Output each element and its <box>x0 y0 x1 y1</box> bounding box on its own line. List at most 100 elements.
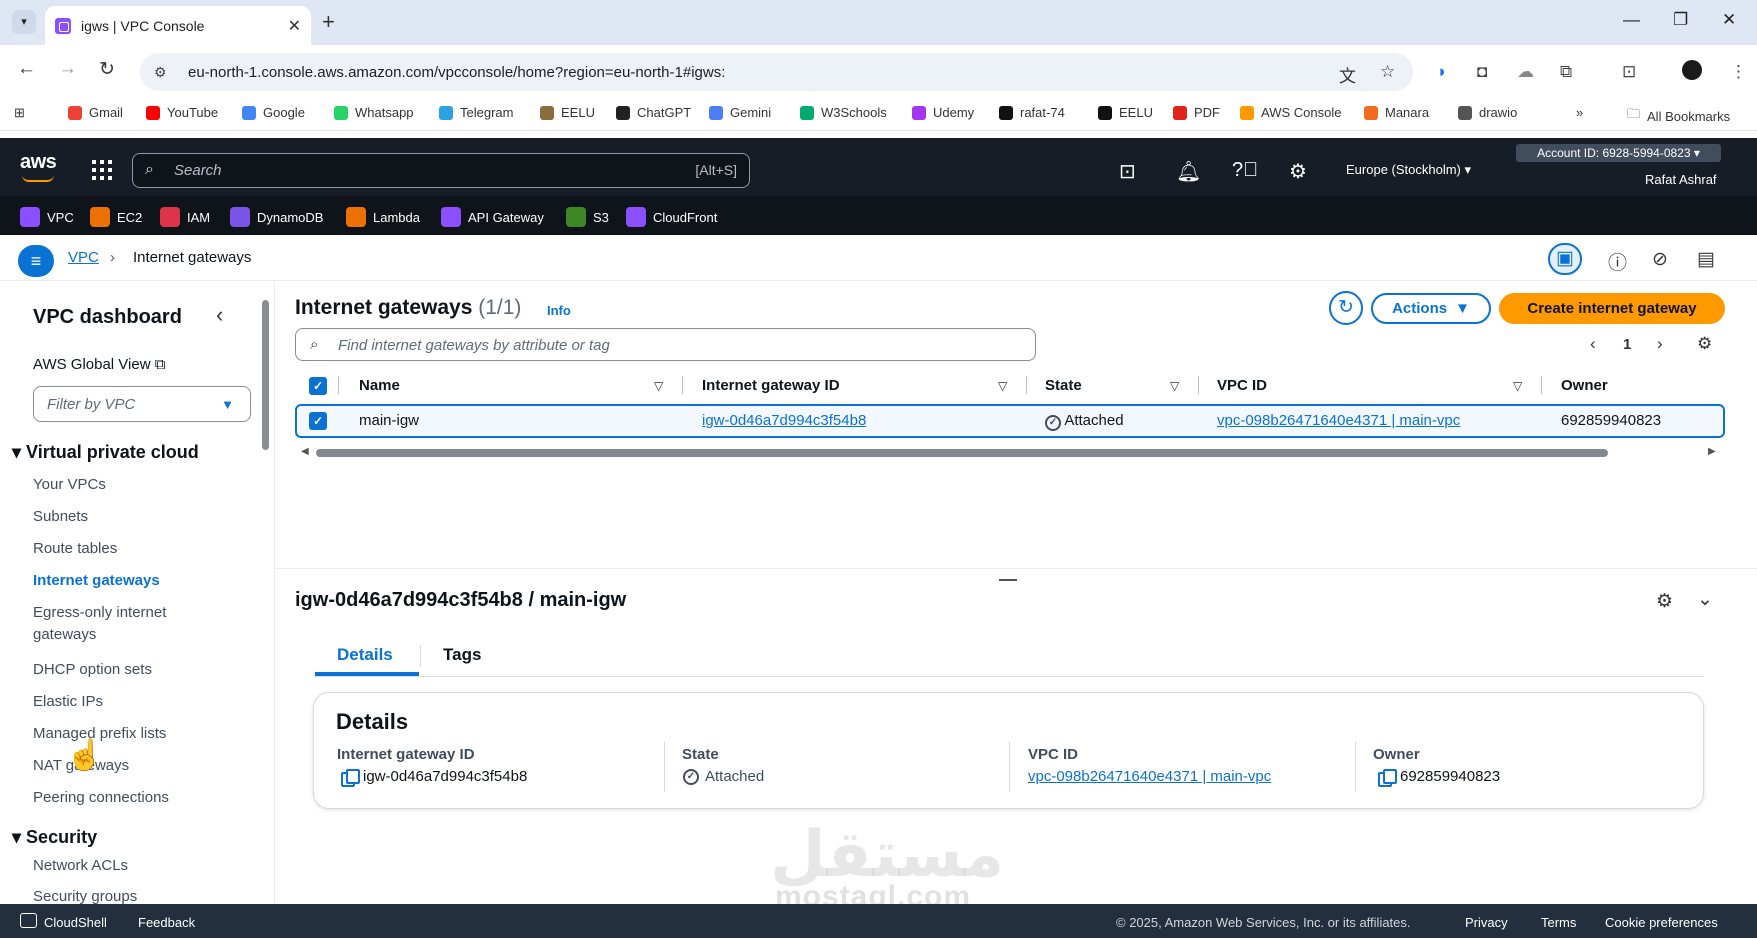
panel-toggle-icon[interactable]: ▣ <box>1548 243 1582 275</box>
compass-icon[interactable]: ⊘ <box>1652 248 1668 271</box>
sidebar-item-subnets[interactable]: Subnets <box>33 506 88 528</box>
bookmark-item[interactable]: EELU <box>540 105 595 120</box>
google-lens-icon[interactable]: ⊡ <box>1622 62 1636 82</box>
column-header-owner[interactable]: Owner <box>1561 377 1608 394</box>
filter-by-vpc-select[interactable]: Filter by VPC ▼ <box>33 386 251 422</box>
bookmark-item[interactable]: EELU <box>1098 105 1153 120</box>
bookmark-item[interactable]: rafat-74 <box>999 105 1065 120</box>
scroll-right-icon[interactable]: ▶ <box>1708 446 1716 457</box>
cloudshell-icon[interactable] <box>20 913 37 928</box>
read-aloud-icon[interactable]: ◗ <box>1437 62 1447 82</box>
bookmark-item[interactable]: Whatsapp <box>334 105 414 120</box>
extensions-icon[interactable]: ⧉ <box>1560 62 1572 82</box>
minimize-icon[interactable]: — <box>1623 10 1640 30</box>
bookmark-item[interactable]: PDF <box>1173 105 1220 120</box>
table-preferences-gear-icon[interactable]: ⚙ <box>1697 334 1712 354</box>
copy-icon[interactable] <box>341 768 360 787</box>
tab-tags[interactable]: Tags <box>443 645 481 665</box>
sidebar-item-security-groups[interactable]: Security groups <box>33 886 137 904</box>
settings-gear-icon[interactable]: ⚙ <box>1289 159 1307 184</box>
cloud-extension-icon[interactable]: ☁ <box>1517 62 1534 82</box>
region-selector[interactable]: Europe (Stockholm) ▾ <box>1346 162 1471 178</box>
cell-gateway-id-link[interactable]: igw-0d46a7d994c3f54b8 <box>702 412 866 429</box>
bookmark-item[interactable]: drawio <box>1458 105 1517 120</box>
browser-menu-icon[interactable]: ⋮ <box>1730 62 1747 82</box>
reload-icon[interactable]: ↻ <box>99 58 115 81</box>
aws-search-input[interactable]: ⌕ Search [Alt+S] <box>132 153 750 188</box>
sidebar-scrollbar[interactable] <box>262 300 269 450</box>
tab-details[interactable]: Details <box>337 645 393 665</box>
next-page-icon[interactable]: › <box>1657 334 1663 354</box>
sort-icon[interactable]: ▽ <box>1513 379 1522 393</box>
browser-tab[interactable]: igws | VPC Console ✕ <box>45 6 311 45</box>
global-view-link[interactable]: AWS Global View ⧉ <box>33 356 165 373</box>
sidebar-item-egress-only-internet-gateways[interactable]: Egress-only internet gateways <box>33 602 233 646</box>
screenshot-icon[interactable]: ◘ <box>1477 62 1487 82</box>
favorite-service-ec2[interactable]: EC2 <box>90 207 142 227</box>
services-grid-icon[interactable] <box>92 160 112 180</box>
vpc-id-link[interactable]: vpc-098b26471640e4371 | main-vpc <box>1028 768 1271 785</box>
sidebar-item-network-acls[interactable]: Network ACLs <box>33 855 128 877</box>
info-link[interactable]: Info <box>547 303 571 318</box>
copy-icon[interactable] <box>1378 768 1397 787</box>
all-bookmarks-link[interactable]: 🗀 All Bookmarks <box>1627 105 1730 127</box>
column-header-state[interactable]: State <box>1045 377 1082 394</box>
address-bar[interactable]: ⚙ eu-north-1.console.aws.amazon.com/vpcc… <box>140 53 1413 91</box>
footer-privacy-link[interactable]: Privacy <box>1465 915 1508 930</box>
forward-icon[interactable]: → <box>58 58 77 80</box>
section-virtual-private-cloud[interactable]: ▾ Virtual private cloud <box>12 442 199 463</box>
scroll-left-icon[interactable]: ◀ <box>301 446 309 457</box>
sort-icon[interactable]: ▽ <box>1170 379 1179 393</box>
horizontal-scrollbar[interactable] <box>316 449 1608 457</box>
bookmark-item[interactable]: W3Schools <box>800 105 887 120</box>
create-internet-gateway-button[interactable]: Create internet gateway <box>1499 293 1725 324</box>
account-badge[interactable]: Account ID: 6928-5994-0823 ▾ <box>1516 144 1721 162</box>
section-security[interactable]: ▾ Security <box>12 827 97 848</box>
sort-icon[interactable]: ▽ <box>998 379 1007 393</box>
maximize-icon[interactable]: ❐ <box>1673 10 1688 30</box>
row-checkbox[interactable]: ✓ <box>309 412 327 430</box>
bookmark-item[interactable]: Google <box>242 105 305 120</box>
footer-cookie-preferences-link[interactable]: Cookie preferences <box>1605 915 1718 930</box>
column-header-vpc-id[interactable]: VPC ID <box>1217 377 1267 394</box>
bookmark-item[interactable]: AWS Console <box>1240 105 1341 120</box>
breadcrumb-vpc-link[interactable]: VPC <box>68 249 99 266</box>
table-row[interactable] <box>295 404 1725 438</box>
sidebar-item-elastic-ips[interactable]: Elastic IPs <box>33 691 103 713</box>
cell-vpc-id-link[interactable]: vpc-098b26471640e4371 | main-vpc <box>1217 412 1460 429</box>
back-icon[interactable]: ← <box>17 58 36 80</box>
previous-page-icon[interactable]: ‹ <box>1590 334 1596 354</box>
side-nav-toggle-button[interactable]: ≡ <box>18 245 54 277</box>
close-tab-icon[interactable]: ✕ <box>288 16 301 36</box>
sort-icon[interactable]: ▽ <box>654 379 663 393</box>
cloudshell-icon[interactable]: ⊡ <box>1119 159 1136 184</box>
actions-button[interactable]: Actions ▼ <box>1371 293 1491 324</box>
bookmark-item[interactable]: Gemini <box>709 105 771 120</box>
sidebar-item-route-tables[interactable]: Route tables <box>33 538 117 560</box>
sidebar-item-peering-connections[interactable]: Peering connections <box>33 787 169 809</box>
sidebar-item-internet-gateways[interactable]: Internet gateways <box>33 570 160 592</box>
tab-search-button[interactable]: ▾ <box>12 10 36 34</box>
favorite-service-cloudfront[interactable]: CloudFront <box>626 207 717 227</box>
footer-terms-link[interactable]: Terms <box>1541 915 1576 930</box>
select-all-checkbox[interactable]: ✓ <box>309 377 327 395</box>
collapse-sidebar-icon[interactable]: ‹ <box>216 302 223 328</box>
user-name[interactable]: Rafat Ashraf <box>1645 172 1717 187</box>
favorite-service-api-gateway[interactable]: API Gateway <box>441 207 544 227</box>
url-text[interactable]: eu-north-1.console.aws.amazon.com/vpccon… <box>188 64 725 81</box>
collapse-panel-chevron-icon[interactable]: ⌄ <box>1697 588 1713 611</box>
notifications-bell-icon[interactable]: 🔔︎ <box>1176 159 1201 184</box>
bookmarks-overflow-icon[interactable]: » <box>1576 105 1583 120</box>
info-panel-icon[interactable]: ⓘ <box>1608 248 1627 275</box>
site-settings-icon[interactable]: ⚙ <box>154 64 172 81</box>
split-panel-settings-icon[interactable]: ⚙ <box>1656 590 1673 613</box>
refresh-icon[interactable]: ↻ <box>1329 291 1363 325</box>
split-panel-handle[interactable] <box>999 579 1017 581</box>
notifications-panel-icon[interactable]: ▤ <box>1697 248 1715 271</box>
footer-cloudshell-link[interactable]: CloudShell <box>44 915 107 930</box>
column-header-name[interactable]: Name <box>359 377 400 394</box>
profile-avatar[interactable] <box>1682 60 1702 80</box>
bookmark-item[interactable]: YouTube <box>146 105 218 120</box>
sidebar-title[interactable]: VPC dashboard <box>33 306 182 329</box>
footer-feedback-link[interactable]: Feedback <box>138 915 195 930</box>
